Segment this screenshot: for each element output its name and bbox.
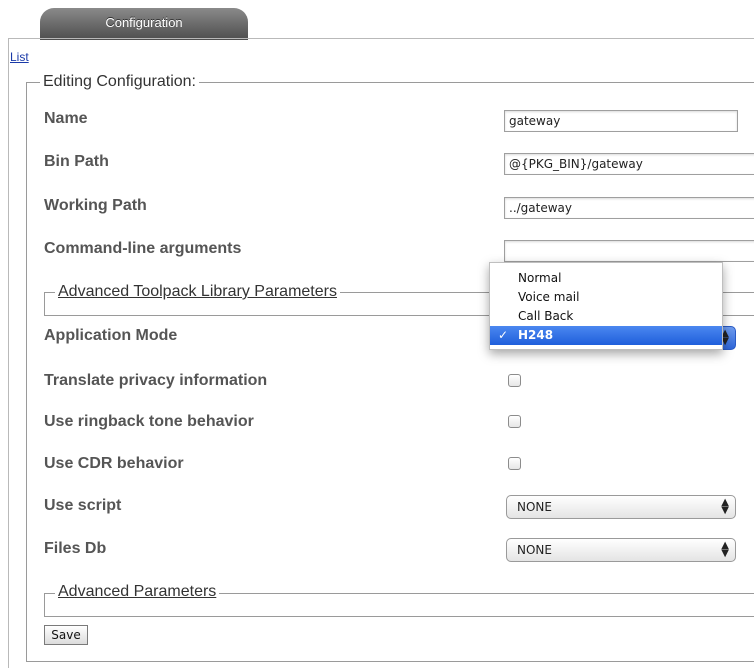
cdr-behavior-checkbox[interactable]	[508, 457, 521, 470]
select-arrows-icon: ▲ ▼	[721, 540, 729, 559]
use-script-label: Use script	[44, 497, 122, 514]
select-arrows-icon: ▲ ▼	[721, 497, 729, 516]
checkmark-icon: ✓	[498, 328, 509, 342]
translate-privacy-label: Translate privacy information	[44, 372, 268, 389]
use-script-select[interactable]: NONE ▲ ▼	[506, 495, 736, 519]
name-label: Name	[44, 110, 88, 127]
list-link[interactable]: List	[10, 50, 29, 64]
option-normal[interactable]: Normal	[490, 269, 722, 288]
files-db-label: Files Db	[44, 540, 107, 557]
editing-configuration-legend: Editing Configuration:	[40, 73, 199, 91]
working-path-field[interactable]: ../gateway	[504, 197, 754, 219]
translate-privacy-checkbox[interactable]	[508, 374, 521, 387]
tab-configuration[interactable]: Configuration	[40, 8, 248, 40]
working-path-label: Working Path	[44, 197, 147, 214]
command-line-arguments-label: Command-line arguments	[44, 240, 242, 257]
cdr-behavior-label: Use CDR behavior	[44, 455, 184, 472]
save-button[interactable]: Save	[44, 625, 88, 645]
option-voice-mail[interactable]: Voice mail	[490, 288, 722, 307]
ringback-tone-checkbox[interactable]	[508, 415, 521, 428]
option-call-back[interactable]: Call Back	[490, 307, 722, 326]
application-mode-label: Application Mode	[44, 327, 178, 344]
application-mode-dropdown: Normal Voice mail Call Back ✓ H248	[489, 262, 723, 350]
command-line-arguments-field[interactable]	[504, 240, 754, 262]
advanced-toolpack-legend[interactable]: Advanced Toolpack Library Parameters	[55, 283, 340, 301]
files-db-value: NONE	[517, 543, 552, 557]
use-script-value: NONE	[517, 500, 552, 514]
files-db-select[interactable]: NONE ▲ ▼	[506, 538, 736, 562]
name-field[interactable]: gateway	[504, 110, 738, 132]
bin-path-label: Bin Path	[44, 153, 109, 170]
ringback-tone-label: Use ringback tone behavior	[44, 413, 254, 430]
advanced-parameters-legend[interactable]: Advanced Parameters	[55, 583, 220, 601]
option-h248-label: H248	[518, 328, 554, 342]
option-h248[interactable]: ✓ H248	[490, 326, 722, 345]
bin-path-field[interactable]: @{PKG_BIN}/gateway	[504, 153, 754, 175]
